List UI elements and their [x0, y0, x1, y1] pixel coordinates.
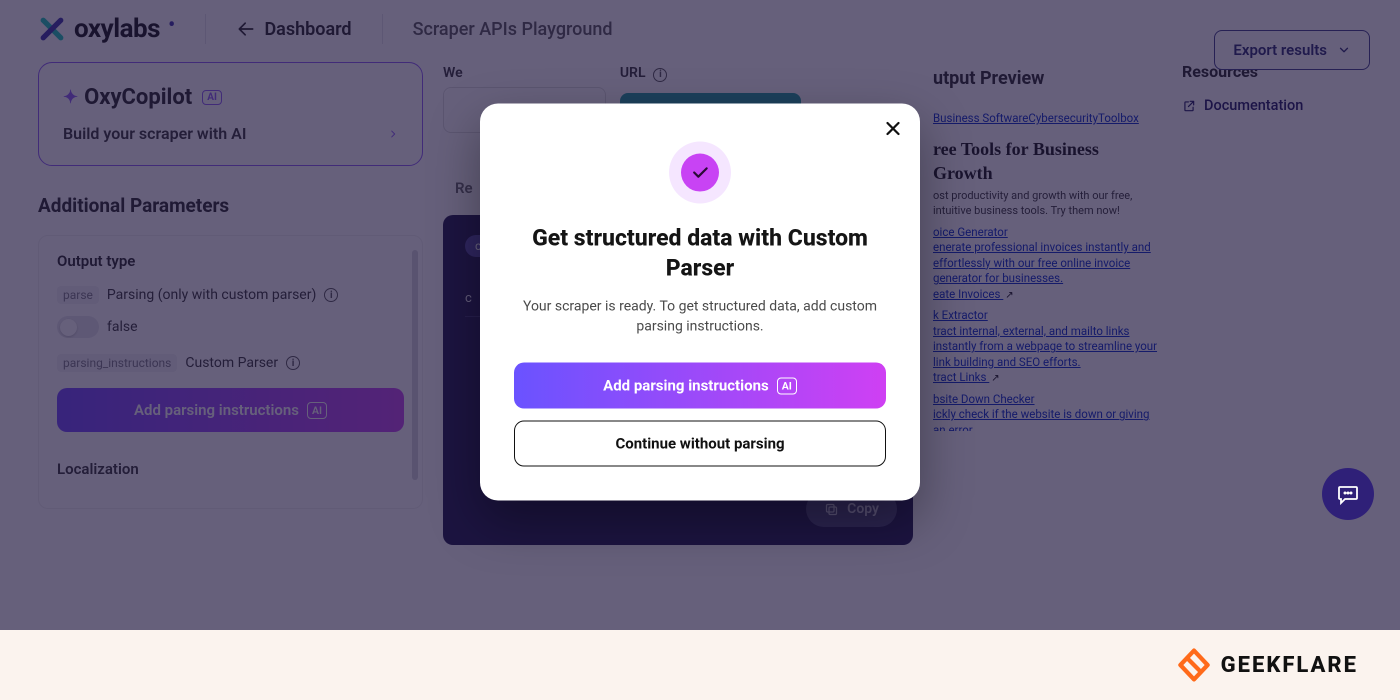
- chevron-right-icon: [388, 127, 398, 141]
- custom-parser-modal: Get structured data with Custom Parser Y…: [480, 104, 920, 501]
- back-label: Dashboard: [264, 19, 351, 40]
- oxylabs-logo-icon: [38, 15, 66, 43]
- modal-continue-button[interactable]: Continue without parsing: [514, 421, 886, 467]
- parse-label: Parsing (only with custom parser): [107, 287, 316, 303]
- params-card: Output type parse Parsing (only with cus…: [38, 235, 423, 509]
- brand-logo[interactable]: oxylabs •: [38, 14, 175, 44]
- app-frame: oxylabs • Dashboard Scraper APIs Playgrou…: [0, 0, 1400, 630]
- output-preview-title: utput Preview: [933, 68, 1162, 89]
- parse-param-row: parse Parsing (only with custom parser) …: [57, 286, 404, 304]
- item-cta[interactable]: eate Invoices: [933, 287, 1003, 301]
- parse-toggle-row: false: [57, 316, 404, 338]
- modal-title: Get structured data with Custom Parser: [514, 224, 886, 284]
- scrollbar[interactable]: [412, 250, 418, 480]
- parse-toggle[interactable]: [57, 316, 99, 338]
- divider: [382, 14, 383, 44]
- localization-heading: Localization: [57, 460, 404, 478]
- info-icon[interactable]: i: [286, 356, 300, 370]
- output-type-label: Output type: [57, 252, 404, 270]
- tab-request[interactable]: Re: [449, 169, 479, 207]
- target-label: We: [443, 65, 463, 81]
- ai-badge-small: AI: [777, 377, 797, 394]
- left-column: ✦ OxyCopilot AI Build your scraper with …: [38, 62, 423, 545]
- oxycopilot-title-row: ✦ OxyCopilot AI: [63, 85, 398, 110]
- pi-tag: parsing_instructions: [57, 354, 177, 372]
- oxycopilot-title: OxyCopilot: [84, 85, 192, 110]
- external-link-icon: [1182, 99, 1196, 113]
- output-preview-box[interactable]: Business SoftwareCybersecurityToolbox re…: [933, 111, 1162, 431]
- success-badge: [669, 142, 731, 204]
- brand-name: oxylabs: [74, 14, 160, 44]
- chevron-down-icon: [1337, 43, 1351, 57]
- export-results-button[interactable]: Export results: [1214, 30, 1370, 70]
- chat-icon: [1336, 482, 1360, 506]
- parse-value: false: [107, 319, 138, 335]
- additional-params-heading: Additional Parameters: [38, 194, 423, 217]
- sparkle-icon: ✦: [63, 87, 78, 108]
- modal-secondary-label: Continue without parsing: [615, 435, 784, 453]
- chat-fab[interactable]: [1322, 468, 1374, 520]
- footer-bar: GEEKFLARE: [0, 630, 1400, 700]
- parsing-instructions-row: parsing_instructions Custom Parser i: [57, 354, 404, 372]
- oxycopilot-card[interactable]: ✦ OxyCopilot AI Build your scraper with …: [38, 62, 423, 166]
- back-to-dashboard[interactable]: Dashboard: [236, 19, 351, 40]
- right-column: utput Preview Business SoftwareCybersecu…: [933, 62, 1362, 545]
- copy-label: Copy: [847, 501, 879, 517]
- item-cta[interactable]: tract Links: [933, 370, 989, 384]
- check-icon: [690, 163, 710, 183]
- modal-description: Your scraper is ready. To get structured…: [514, 298, 886, 337]
- brand-dot: •: [168, 13, 175, 38]
- url-label: URL: [620, 65, 646, 81]
- add-pi-label: Add parsing instructions: [134, 401, 299, 419]
- close-icon[interactable]: [882, 118, 904, 140]
- preview-h1: ree Tools for Business Growth: [933, 137, 1162, 186]
- export-label: Export results: [1233, 41, 1327, 59]
- item-name[interactable]: k Extractor: [933, 308, 988, 322]
- page-title: Scraper APIs Playground: [413, 19, 613, 40]
- geekflare-logo[interactable]: GEEKFLARE: [1177, 648, 1358, 682]
- preview-item: k Extractor tract internal, external, an…: [933, 308, 1162, 386]
- parse-tag: parse: [57, 286, 99, 304]
- copy-icon: [824, 502, 839, 517]
- preview-item: bsite Down Checker ickly check if the we…: [933, 392, 1162, 431]
- geekflare-text: GEEKFLARE: [1221, 653, 1358, 678]
- documentation-label: Documentation: [1204, 97, 1303, 114]
- arrow-left-icon: [236, 19, 256, 39]
- item-desc[interactable]: ickly check if the website is down or gi…: [933, 407, 1149, 431]
- documentation-link[interactable]: Documentation: [1182, 97, 1362, 114]
- preview-sub: ost productivity and growth with our fre…: [933, 189, 1162, 219]
- geekflare-mark-icon: [1177, 648, 1211, 682]
- ai-badge-small: AI: [307, 402, 327, 419]
- pi-label: Custom Parser: [185, 355, 278, 371]
- topbar: oxylabs • Dashboard Scraper APIs Playgrou…: [0, 0, 1400, 58]
- preview-item: oice Generator enerate professional invo…: [933, 225, 1162, 303]
- item-desc[interactable]: tract internal, external, and mailto lin…: [933, 324, 1157, 369]
- oxycopilot-subtitle-row: Build your scraper with AI: [63, 124, 398, 143]
- output-preview-column: utput Preview Business SoftwareCybersecu…: [933, 62, 1162, 545]
- modal-add-parsing-button[interactable]: Add parsing instructions AI: [514, 363, 886, 409]
- item-desc[interactable]: enerate professional invoices instantly …: [933, 240, 1151, 285]
- info-icon[interactable]: i: [324, 288, 338, 302]
- item-name[interactable]: oice Generator: [933, 225, 1008, 239]
- preview-nav-links[interactable]: Business SoftwareCybersecurityToolbox: [933, 111, 1139, 125]
- divider: [205, 14, 206, 44]
- item-name[interactable]: bsite Down Checker: [933, 392, 1035, 406]
- info-icon[interactable]: i: [653, 68, 667, 82]
- oxycopilot-subtitle: Build your scraper with AI: [63, 124, 246, 143]
- ai-badge: AI: [202, 90, 222, 105]
- add-parsing-instructions-button[interactable]: Add parsing instructions AI: [57, 388, 404, 432]
- modal-primary-label: Add parsing instructions: [603, 377, 769, 395]
